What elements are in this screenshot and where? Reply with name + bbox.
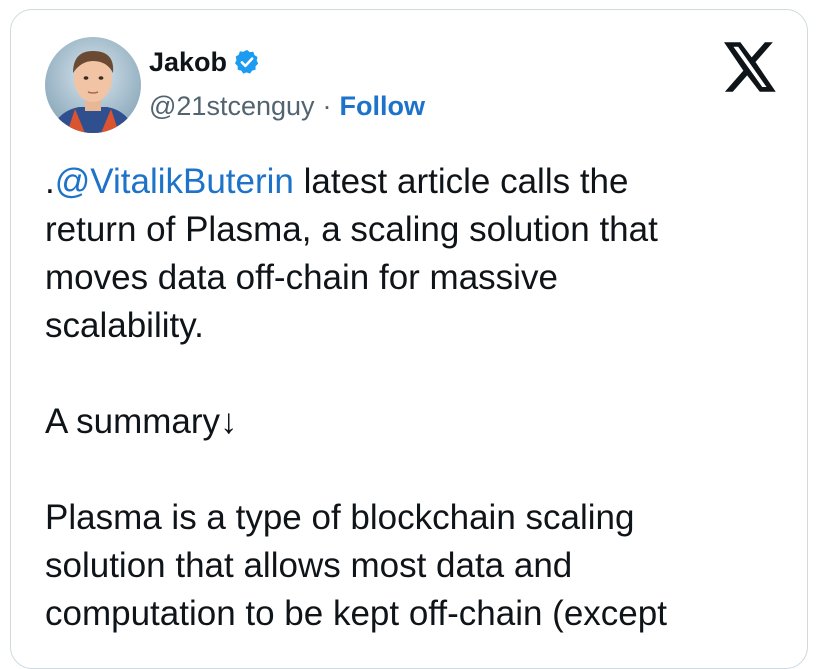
author-name[interactable]: Jakob: [149, 47, 227, 78]
follow-button[interactable]: Follow: [340, 91, 425, 122]
tweet-line-1-rest: latest article calls the: [293, 162, 629, 201]
author-avatar[interactable]: [45, 37, 141, 133]
tweet-body: .@VitalikButerin latest article calls th…: [45, 158, 785, 638]
tweet-line-1-prefix: .: [45, 162, 55, 201]
tweet-line-1: .@VitalikButerin latest article calls th…: [45, 158, 785, 206]
tweet-line-5: A summary↓: [45, 402, 238, 441]
author-handle[interactable]: @21stcenguy: [149, 91, 315, 122]
tweet-line-8: computation to be kept off-chain (except: [45, 594, 667, 633]
separator-dot: ·: [322, 90, 332, 121]
mention-link[interactable]: @VitalikButerin: [55, 162, 294, 201]
tweet-line-2: return of Plasma, a scaling solution tha…: [45, 210, 658, 249]
tweet-line-4: scalability.: [45, 306, 204, 345]
tweet-line-3: moves data off-chain for massive: [45, 258, 558, 297]
tweet-card: Jakob @21stcenguy · Follow .@VitalikBute…: [10, 9, 808, 669]
author-name-row: Jakob: [149, 44, 261, 80]
verified-badge-icon: [235, 49, 259, 74]
author-handle-row: @21stcenguy · Follow: [149, 88, 425, 124]
tweet-line-6: Plasma is a type of blockchain scaling: [45, 498, 635, 537]
x-logo-icon[interactable]: [724, 42, 778, 92]
tweet-line-7: solution that allows most data and: [45, 546, 573, 585]
